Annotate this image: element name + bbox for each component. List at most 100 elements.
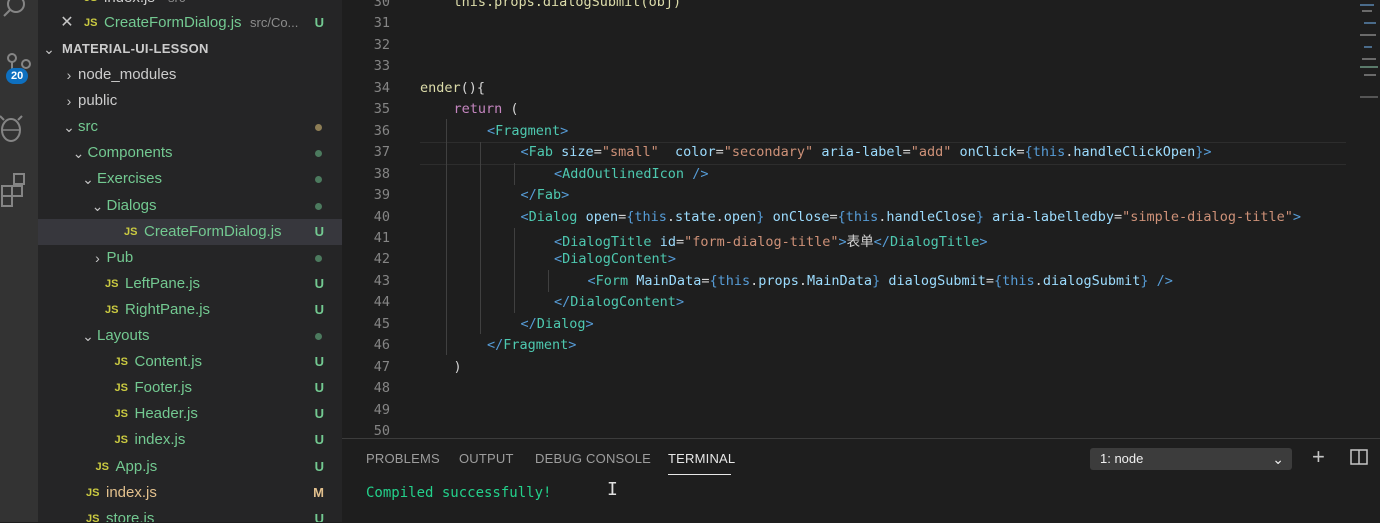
- code-token: "simple-dialog-title": [1122, 208, 1293, 225]
- git-status: U: [314, 223, 324, 239]
- line-number: 33: [373, 58, 390, 75]
- code-token: >: [568, 337, 577, 354]
- line-number: 32: [373, 36, 390, 53]
- section-title: MATERIAL-UI-LESSON: [62, 41, 209, 56]
- code-token: .: [666, 208, 675, 225]
- split-terminal-icon[interactable]: [1350, 449, 1368, 470]
- tree-folder[interactable]: › node_modules: [38, 62, 342, 88]
- tree-item-label: node_modules: [78, 66, 177, 83]
- code-token: <: [487, 122, 496, 139]
- code-line: <Form MainData={this.props.MainData} dia…: [588, 273, 1173, 289]
- code-line: return (: [454, 101, 519, 117]
- code-token: <: [520, 208, 529, 225]
- code-token: props: [758, 272, 799, 289]
- code-token: =: [1114, 208, 1123, 225]
- tree-item-label: Content.js: [134, 353, 203, 371]
- tree-item-label: index.js: [134, 431, 186, 449]
- code-token: </: [520, 187, 537, 204]
- js-file-icon: JS: [114, 408, 128, 421]
- text-cursor-icon: I: [607, 479, 618, 500]
- code-line: </Fab>: [521, 187, 570, 203]
- chevron-right-icon: ›: [95, 249, 100, 266]
- add-terminal-icon[interactable]: +: [1312, 444, 1325, 470]
- code-token: ): [453, 358, 462, 375]
- js-file-icon: JS: [95, 460, 109, 473]
- tree-folder[interactable]: ⌄ Components: [38, 140, 342, 166]
- tree-file[interactable]: JS LeftPane.js U: [38, 271, 342, 297]
- tree-file[interactable]: JS CreateFormDialog.js U: [38, 218, 342, 245]
- explorer-section-header[interactable]: ⌄ MATERIAL-UI-LESSON: [38, 36, 342, 62]
- js-file-icon: JS: [114, 434, 128, 447]
- git-status: U: [314, 354, 324, 370]
- code-token: <: [520, 144, 529, 161]
- code-token: =: [829, 208, 838, 225]
- code-token: DialogTitle: [889, 233, 980, 250]
- tree-folder[interactable]: ⌄ src: [38, 114, 342, 140]
- tree-folder[interactable]: ⌄ Layouts: [38, 323, 342, 349]
- tree-folder[interactable]: ⌄ Dialogs: [38, 193, 342, 219]
- tree-item-label: Pub: [106, 248, 134, 266]
- line-number: 47: [373, 358, 390, 375]
- git-status: U: [314, 301, 324, 317]
- chevron-down-icon: ⌄: [91, 197, 104, 214]
- code-token: =: [902, 144, 911, 161]
- tab-problems[interactable]: PROBLEMS: [366, 451, 440, 466]
- git-status-dot: [315, 176, 322, 184]
- debug-icon[interactable]: [0, 108, 38, 148]
- tree-file[interactable]: JS store.js U: [38, 506, 342, 522]
- indent-guide: [514, 163, 515, 185]
- git-status-dot: [315, 124, 322, 132]
- code-token: =: [985, 272, 995, 289]
- git-status-dot: [315, 150, 322, 158]
- tree-folder[interactable]: › Pub: [38, 245, 342, 271]
- code-line: <Fragment>: [487, 123, 568, 139]
- code-token: >: [561, 187, 570, 204]
- code-token: Fragment: [503, 337, 569, 354]
- minimap[interactable]: [1358, 0, 1380, 110]
- code-token: >: [667, 251, 676, 268]
- code-token: >: [979, 233, 988, 250]
- chevron-down-icon: ⌄: [63, 119, 75, 136]
- code-token: >: [560, 122, 569, 139]
- code-token: =: [1016, 144, 1025, 161]
- tree-item-label: Header.js: [134, 405, 198, 423]
- tab-output[interactable]: OUTPUT: [459, 451, 514, 466]
- tree-folder[interactable]: › public: [38, 88, 342, 114]
- code-token: "add": [910, 144, 952, 161]
- tree-file[interactable]: JS index.js M: [38, 480, 342, 506]
- tree-file[interactable]: JS Footer.js U: [38, 375, 342, 401]
- open-editor-item[interactable]: ✕ JS CreateFormDialog.js src/Co... U: [38, 10, 342, 36]
- js-file-icon: JS: [105, 277, 119, 290]
- tree-file[interactable]: JS Content.js U: [38, 349, 342, 375]
- code-token: >: [1292, 208, 1301, 225]
- tree-folder[interactable]: ⌄ Exercises: [38, 166, 342, 192]
- code-token: handleClose: [886, 208, 976, 225]
- code-token: 表单: [846, 233, 874, 250]
- tab-debug-console[interactable]: DEBUG CONSOLE: [535, 451, 651, 466]
- tree-file[interactable]: JS RightPane.js U: [38, 297, 342, 323]
- terminal-select[interactable]: 1: node ⌄: [1090, 448, 1292, 470]
- tree-file[interactable]: JS index.js U: [38, 427, 342, 453]
- code-line: <AddOutlinedIcon />: [554, 166, 708, 182]
- code-editor[interactable]: 30 this.props.dialogSubmit(obj) 31 32 33 34 en…: [342, 0, 1380, 438]
- activity-bar: 20: [0, 0, 38, 522]
- chevron-right-icon: ›: [66, 67, 72, 83]
- extensions-icon[interactable]: [0, 170, 38, 210]
- close-icon[interactable]: ✕: [60, 10, 74, 36]
- code-token: dialogSubmit: [1042, 272, 1141, 289]
- code-token: MainData: [636, 272, 702, 289]
- tab-terminal[interactable]: TERMINAL: [668, 451, 735, 466]
- search-icon[interactable]: [0, 0, 38, 26]
- code-token: Fab: [536, 187, 562, 204]
- code-token: />: [692, 165, 709, 182]
- tree-file[interactable]: JS App.js U: [38, 454, 342, 480]
- indent-guide: [548, 270, 549, 292]
- code-line: </Dialog>: [521, 316, 594, 332]
- tree-item-label: Layouts: [97, 327, 150, 344]
- code-line: <Fab size="small" color="secondary" aria…: [521, 144, 1212, 160]
- line-number: 40: [373, 208, 390, 225]
- code-token: size: [561, 144, 594, 161]
- tree-file[interactable]: JS Header.js U: [38, 401, 342, 427]
